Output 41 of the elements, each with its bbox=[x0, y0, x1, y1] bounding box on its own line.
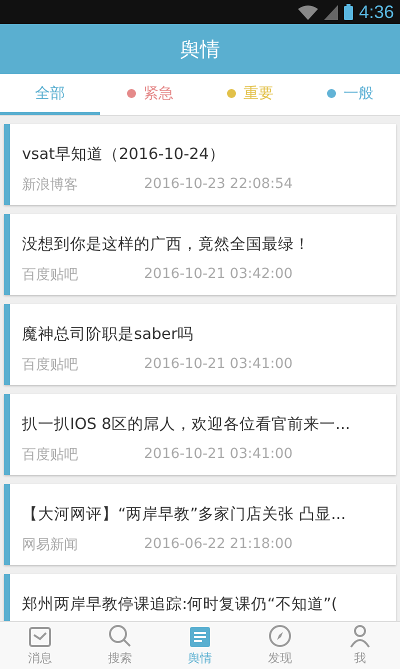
news-card[interactable]: 郑州两岸早教停课追踪:何时复课仍“不知道”( bbox=[4, 574, 396, 621]
battery-icon bbox=[344, 4, 353, 20]
news-title: 扒一扒IOS 8区的屌人，欢迎各位看官前来一... bbox=[22, 414, 352, 434]
news-title: 魔神总司阶职是saber吗 bbox=[22, 324, 194, 344]
news-card[interactable]: 扒一扒IOS 8区的屌人，欢迎各位看官前来一... 百度贴吧 2016-10-21 03:41:00 bbox=[4, 394, 396, 475]
filter-tab[interactable]: 一般 bbox=[300, 74, 400, 115]
nav-tab[interactable]: 发现 bbox=[240, 622, 320, 669]
news-time: 2016-10-21 03:42:00 bbox=[144, 266, 293, 284]
filter-tab[interactable]: 全部 bbox=[0, 74, 100, 115]
news-title: 【大河网评】“两岸早教”多家门店关张 凸显... bbox=[22, 504, 347, 524]
news-source: 网易新闻 bbox=[22, 536, 79, 554]
news-card[interactable]: 【大河网评】“两岸早教”多家门店关张 凸显... 网易新闻 2016-06-22 21:18:00 bbox=[4, 484, 396, 565]
news-time: 2016-10-21 03:41:00 bbox=[144, 356, 293, 374]
news-source: 百度贴吧 bbox=[22, 446, 79, 464]
nav-tab[interactable]: 消息 bbox=[0, 622, 80, 669]
news-source: 新浪博客 bbox=[22, 176, 79, 194]
mail-icon bbox=[28, 626, 52, 648]
news-card[interactable]: 魔神总司阶职是saber吗 百度贴吧 2016-10-21 03:41:00 bbox=[4, 304, 396, 385]
signal-icon bbox=[324, 4, 338, 20]
news-source: 百度贴吧 bbox=[22, 356, 79, 374]
nav-tab[interactable]: 我 bbox=[320, 622, 400, 669]
list-icon bbox=[189, 626, 211, 648]
news-title: 没想到你是这样的广西，竟然全国最绿！ bbox=[22, 234, 311, 254]
news-time: 2016-10-23 22:08:54 bbox=[144, 176, 293, 194]
filter-tab[interactable]: 重要 bbox=[200, 74, 300, 115]
screen-title: 舆情 bbox=[180, 36, 220, 62]
news-title: 郑州两岸早教停课追踪:何时复课仍“不知道”( bbox=[22, 594, 338, 614]
news-time: 2016-06-22 21:18:00 bbox=[144, 536, 293, 554]
person-icon bbox=[349, 624, 371, 648]
news-source: 百度贴吧 bbox=[22, 266, 79, 284]
news-title: vsat早知道（2016-10-24） bbox=[22, 144, 226, 164]
news-card[interactable]: 没想到你是这样的广西，竟然全国最绿！ 百度贴吧 2016-10-21 03:42:00 bbox=[4, 214, 396, 295]
filter-tab[interactable]: 紧急 bbox=[100, 74, 200, 115]
search-icon bbox=[108, 624, 132, 648]
news-card[interactable]: vsat早知道（2016-10-24） 新浪博客 2016-10-23 22:08:54 bbox=[4, 124, 396, 205]
wifi-icon bbox=[298, 4, 318, 20]
nav-tab[interactable]: 舆情 bbox=[160, 622, 240, 669]
news-time: 2016-10-21 03:41:00 bbox=[144, 446, 293, 464]
nav-tab[interactable]: 搜索 bbox=[80, 622, 160, 669]
compass-icon bbox=[268, 624, 292, 648]
clock-time: 4:36 bbox=[358, 2, 394, 22]
